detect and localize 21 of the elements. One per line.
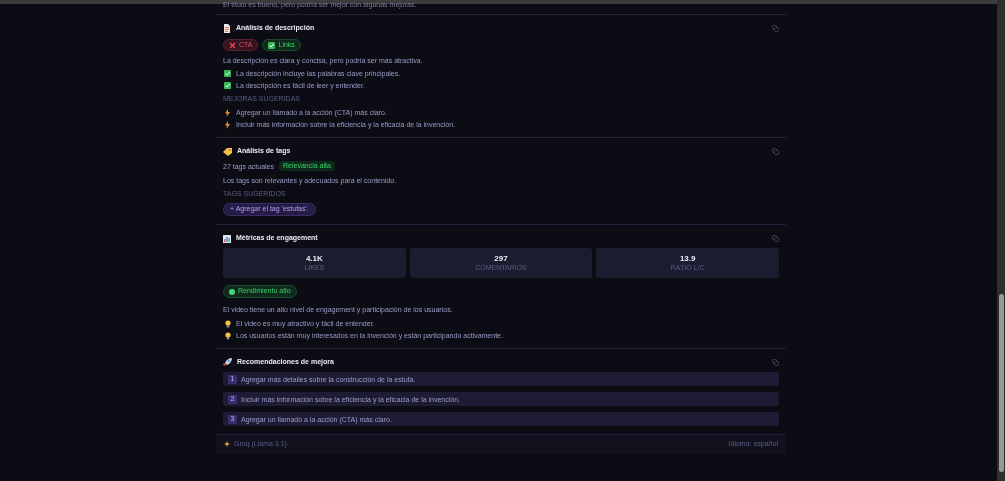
document-icon [223, 24, 231, 33]
copy-icon[interactable] [772, 235, 779, 242]
copy-icon[interactable] [772, 148, 779, 155]
stat-value: 297 [494, 254, 508, 264]
lightbulb-icon [224, 331, 231, 340]
checkbox-icon [224, 82, 231, 89]
cross-icon [229, 41, 236, 49]
checkbox-icon [268, 41, 276, 49]
checkbox-icon [224, 70, 231, 77]
scrollbar-thumb[interactable] [998, 294, 1004, 472]
stat-value: 4.1K [305, 254, 323, 264]
label-icon [223, 147, 232, 156]
rocket-icon [223, 358, 232, 367]
scrollbar[interactable] [997, 0, 1005, 481]
lightbulb-icon [224, 319, 231, 328]
copy-icon[interactable] [772, 25, 779, 32]
dot-icon [229, 288, 235, 295]
stat-value: 13.9 [679, 254, 696, 264]
copy-icon[interactable] [772, 359, 779, 366]
bar-chart-icon [223, 234, 231, 243]
sparkle-icon [224, 441, 231, 448]
